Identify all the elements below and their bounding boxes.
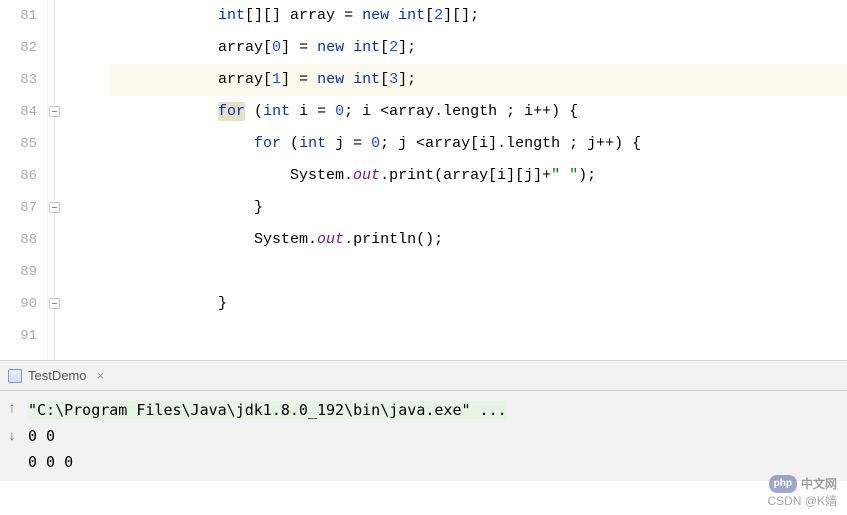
code-line[interactable]: array[1] = new int[3];	[110, 64, 847, 96]
fold-toggle-icon[interactable]	[49, 106, 60, 117]
scroll-down-icon[interactable]: ↓	[8, 429, 16, 445]
code-line[interactable]: int[][] array = new int[2][];	[110, 0, 847, 32]
code-line[interactable]: for (int j = 0; j <array[i].length ; j++…	[110, 128, 847, 160]
run-tool-window: TestDemo × ↑ ↓ "C:\Program Files\Java\jd…	[0, 360, 847, 481]
console-output[interactable]: "C:\Program Files\Java\jdk1.8.0_192\bin\…	[24, 391, 847, 481]
code-area[interactable]: int[][] array = new int[2][]; array[0] =…	[110, 0, 847, 360]
line-number: 91	[0, 320, 47, 352]
console-toolbar: ↑ ↓	[0, 391, 24, 481]
scroll-up-icon[interactable]: ↑	[8, 401, 16, 417]
console-line: 0 0	[28, 423, 843, 449]
code-line[interactable]	[110, 320, 847, 352]
line-number: 83	[0, 64, 47, 96]
line-number: 81	[0, 0, 47, 32]
code-line[interactable]	[110, 256, 847, 288]
code-line[interactable]: System.out.println();	[110, 224, 847, 256]
close-tab-button[interactable]: ×	[93, 368, 109, 383]
code-line[interactable]: }	[110, 288, 847, 320]
line-number: 87	[0, 192, 47, 224]
code-line[interactable]: }	[110, 192, 847, 224]
line-number: 84	[0, 96, 47, 128]
fold-column	[48, 0, 110, 360]
line-number: 82	[0, 32, 47, 64]
fold-toggle-icon[interactable]	[49, 202, 60, 213]
line-number: 85	[0, 128, 47, 160]
run-tab-label[interactable]: TestDemo	[28, 368, 87, 383]
line-number: 89	[0, 256, 47, 288]
run-tab-bar: TestDemo ×	[0, 361, 847, 391]
console-command: "C:\Program Files\Java\jdk1.8.0_192\bin\…	[28, 401, 507, 419]
run-config-icon	[8, 369, 22, 383]
line-number: 88	[0, 224, 47, 256]
console-line: 0 0 0	[28, 449, 843, 475]
credit-text: CSDN @K嫱	[767, 493, 837, 509]
code-line[interactable]: array[0] = new int[2];	[110, 32, 847, 64]
code-editor: 8182838485868788899091 int[][] array = n…	[0, 0, 847, 360]
fold-toggle-icon[interactable]	[49, 298, 60, 309]
line-number-gutter: 8182838485868788899091	[0, 0, 48, 360]
line-number: 90	[0, 288, 47, 320]
code-line[interactable]: for (int i = 0; i <array.length ; i++) {	[110, 96, 847, 128]
line-number: 86	[0, 160, 47, 192]
code-line[interactable]: System.out.print(array[i][j]+" ");	[110, 160, 847, 192]
